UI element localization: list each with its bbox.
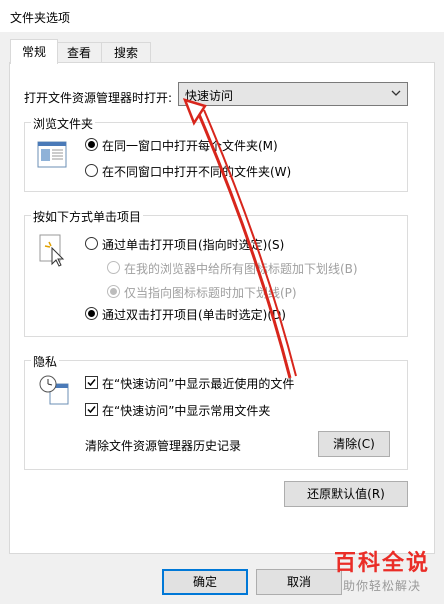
watermark-subtitle: 助你轻松解决 xyxy=(342,579,421,593)
watermark: 百科全说 助你轻松解决 xyxy=(334,545,430,594)
tab-general[interactable]: 常规 xyxy=(10,39,58,64)
watermark-title: 百科全说 xyxy=(333,551,430,576)
annotation-arrow xyxy=(182,98,297,379)
